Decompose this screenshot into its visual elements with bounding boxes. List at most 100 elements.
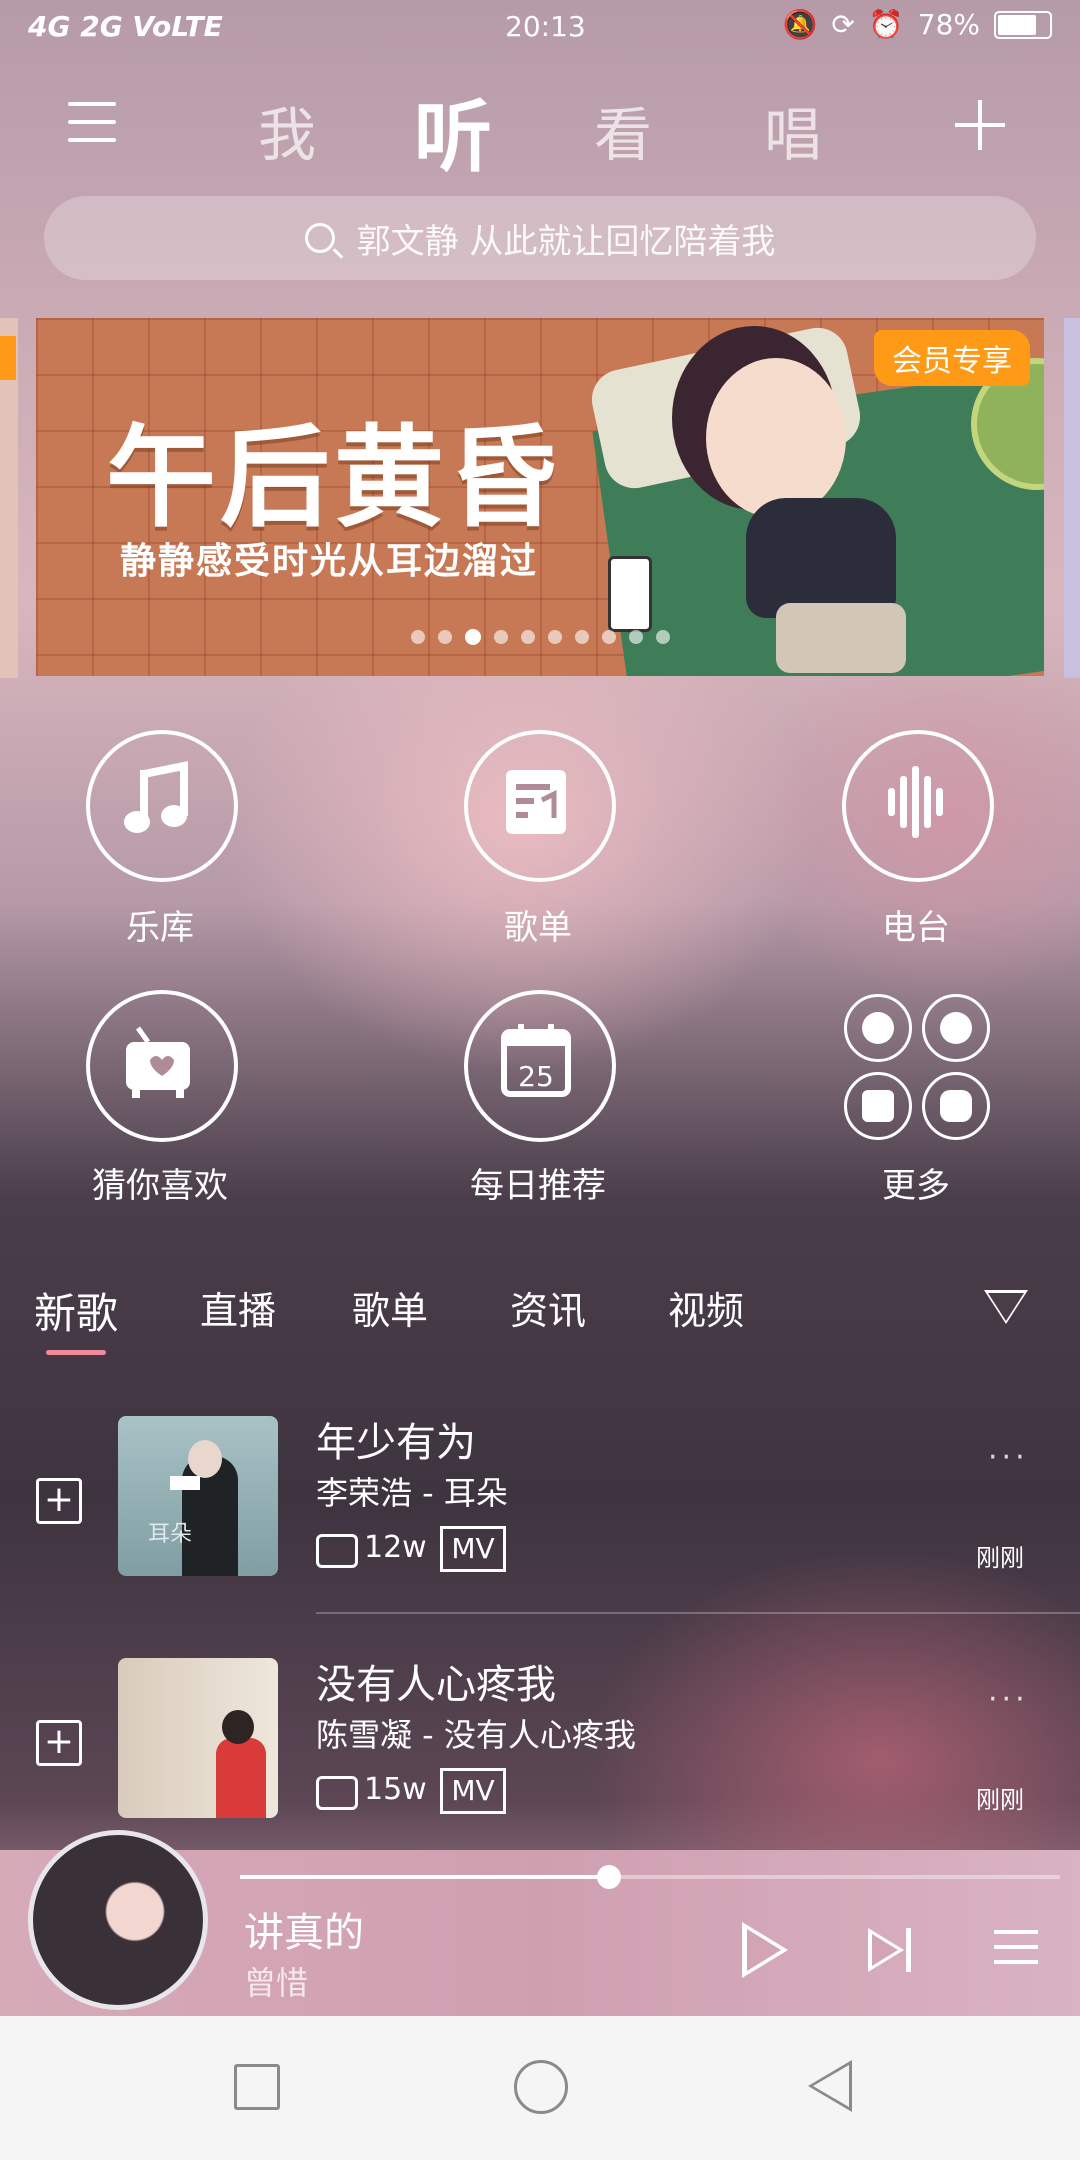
next-icon-bar	[906, 1928, 911, 1972]
next-icon[interactable]	[868, 1928, 904, 1972]
menu-icon[interactable]	[68, 102, 116, 142]
comment-count: 12w	[364, 1530, 427, 1565]
divider	[316, 1612, 1080, 1614]
search-icon	[304, 223, 335, 253]
tab-live[interactable]: 直播	[200, 1280, 276, 1335]
play-icon[interactable]	[742, 1922, 788, 1978]
progress-fill	[240, 1875, 609, 1879]
pagination-dot	[438, 630, 452, 644]
song-artist: 陈雪凝 - 没有人心疼我	[316, 1716, 636, 1754]
album-disc-icon[interactable]	[922, 994, 990, 1062]
banner-title: 午后黄昏	[106, 414, 562, 542]
pagination-dot	[465, 629, 481, 645]
guess-you-like-button[interactable]	[86, 990, 238, 1142]
tab-underline	[46, 1350, 106, 1355]
svg-text:25: 25	[518, 1060, 554, 1093]
singer-icon[interactable]	[844, 994, 912, 1062]
banner-pagination	[411, 629, 670, 645]
more-options-icon[interactable]: ···	[988, 1682, 1029, 1717]
banner[interactable]: 午后黄昏 静静感受时光从耳边溜过 会员专享	[36, 318, 1044, 676]
vip-badge: 会员专享	[874, 330, 1030, 386]
tab-me[interactable]: 我	[258, 88, 316, 172]
comment-count: 15w	[364, 1772, 427, 1807]
daily-recommend-button[interactable]: 25	[464, 990, 616, 1142]
filter-icon[interactable]	[984, 1290, 1028, 1324]
rotation-lock-icon: ⟳	[831, 8, 855, 41]
music-library-button[interactable]	[86, 730, 238, 882]
banner-prev-peek[interactable]	[0, 318, 18, 678]
playlist-label: 歌单	[504, 908, 572, 948]
add-icon[interactable]	[955, 100, 1005, 150]
music-library-label: 乐库	[126, 908, 194, 948]
status-right: 🔕 ⟳ ⏰ 78%	[783, 8, 1052, 41]
song-title: 年少有为	[316, 1420, 476, 1466]
phone-illustration	[608, 556, 652, 632]
battery-percent: 78%	[917, 8, 980, 41]
mv-button[interactable]: MV	[440, 1526, 506, 1572]
tab-new-songs[interactable]: 新歌	[34, 1280, 118, 1341]
chat-heart-icon[interactable]	[922, 1072, 990, 1140]
comment-icon[interactable]	[316, 1776, 358, 1810]
pagination-dot	[575, 630, 589, 644]
pagination-dot	[656, 630, 670, 644]
pagination-dot	[521, 630, 535, 644]
album-cover[interactable]: 耳朵	[118, 1416, 278, 1576]
radio-button[interactable]	[842, 730, 994, 882]
progress-knob[interactable]	[597, 1865, 621, 1889]
playlist-queue-icon[interactable]	[994, 1930, 1038, 1975]
tab-news[interactable]: 资讯	[510, 1280, 586, 1335]
progress-bar[interactable]	[240, 1865, 1060, 1889]
chart-icon[interactable]	[844, 1072, 912, 1140]
pagination-dot	[411, 630, 425, 644]
more-options-icon[interactable]: ···	[988, 1440, 1029, 1475]
recents-icon[interactable]	[234, 2064, 280, 2110]
album-cover[interactable]	[118, 1658, 278, 1818]
music-note-icon	[124, 761, 188, 833]
release-time: 刚刚	[976, 1786, 1024, 1814]
radio-label: 电台	[882, 908, 950, 948]
banner-next-peek[interactable]	[1064, 318, 1080, 678]
pagination-dot	[494, 630, 508, 644]
network-indicator: 4G 2G VoLTE	[28, 10, 223, 43]
pagination-dot	[602, 630, 616, 644]
pagination-dot	[548, 630, 562, 644]
clock: 20:13	[505, 10, 586, 43]
mute-icon: 🔕	[782, 8, 818, 41]
song-title: 没有人心疼我	[316, 1662, 556, 1708]
status-bar: 4G 2G VoLTE 20:13 🔕 ⟳ ⏰ 78%	[0, 0, 1080, 56]
song-artist: 李荣浩 - 耳朵	[316, 1474, 508, 1512]
home-icon[interactable]	[514, 2060, 568, 2114]
cover-text: 耳朵	[148, 1522, 193, 1547]
alarm-icon: ⏰	[868, 8, 904, 41]
playlist-button[interactable]	[464, 730, 616, 882]
search-bar[interactable]: 郭文静 从此就让回忆陪着我	[44, 196, 1036, 280]
tab-watch[interactable]: 看	[594, 88, 652, 172]
tab-videos[interactable]: 视频	[668, 1280, 744, 1335]
comment-icon[interactable]	[316, 1534, 358, 1568]
search-placeholder: 郭文静 从此就让回忆陪着我	[356, 221, 776, 262]
now-playing-cover[interactable]	[28, 1830, 208, 2010]
playlist-icon	[506, 770, 566, 834]
now-playing-artist: 曾惜	[244, 1964, 309, 2002]
banner-subtitle: 静静感受时光从耳边溜过	[120, 541, 539, 582]
tab-sing[interactable]: 唱	[764, 88, 822, 172]
release-time: 刚刚	[976, 1544, 1024, 1572]
top-nav: 我 听 看 唱	[0, 70, 1080, 183]
tab-listen[interactable]: 听	[414, 75, 492, 187]
calendar-icon: 25	[501, 1024, 571, 1097]
radio-heart-icon	[126, 1026, 190, 1098]
girl-illustration	[706, 358, 846, 518]
tab-playlists[interactable]: 歌单	[352, 1280, 428, 1335]
guess-you-like-label: 猜你喜欢	[92, 1166, 228, 1206]
more-label: 更多	[882, 1166, 950, 1206]
add-to-queue-button[interactable]: +	[36, 1478, 82, 1524]
pagination-dot	[629, 630, 643, 644]
back-icon[interactable]	[808, 2060, 852, 2112]
mv-button[interactable]: MV	[440, 1768, 506, 1814]
daily-recommend-label: 每日推荐	[470, 1166, 606, 1206]
sound-wave-icon	[888, 766, 943, 838]
system-nav-bar	[0, 2016, 1080, 2160]
battery-icon	[994, 10, 1052, 39]
add-to-queue-button[interactable]: +	[36, 1720, 82, 1766]
now-playing-title: 讲真的	[244, 1910, 364, 1956]
